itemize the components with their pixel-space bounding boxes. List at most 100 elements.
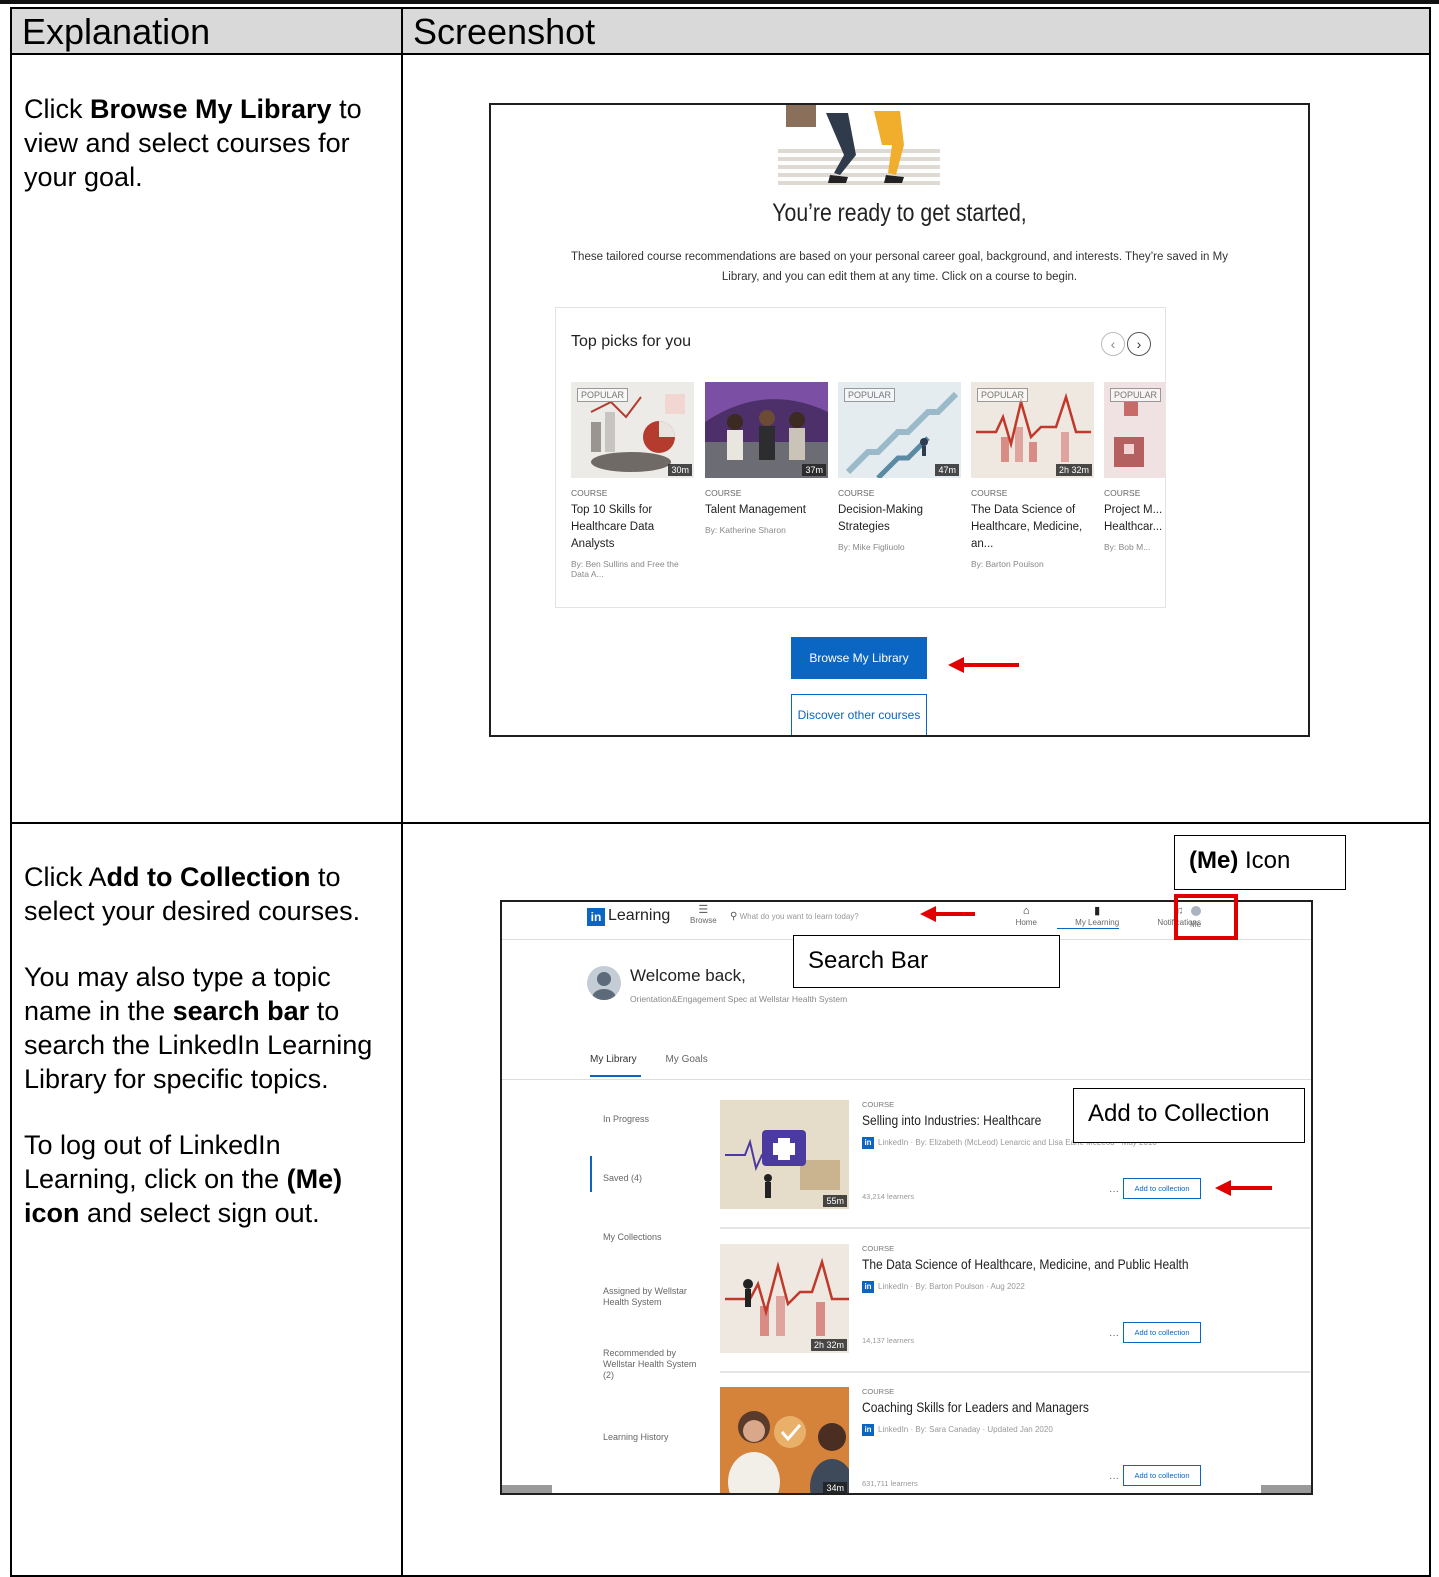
header-nav: ⌂ Home ▮ My Learning ♫ Notifications	[980, 906, 1201, 929]
course-thumbnail: 37m	[705, 382, 828, 478]
browse-my-library-button[interactable]: Browse My Library	[791, 637, 927, 679]
duration-label: 30m	[668, 464, 692, 476]
library-tabs: My Library My Goals	[590, 1054, 730, 1077]
chevron-right-icon[interactable]: ›	[1127, 332, 1151, 356]
duration-label: 2h 32m	[810, 1339, 847, 1351]
heartbeat-chart-illustration	[720, 1244, 849, 1353]
duration-label: 2h 32m	[1055, 464, 1092, 476]
course-thumbnail: 2h 32m	[720, 1244, 849, 1353]
course-title: Decision-Making Strategies	[838, 504, 924, 533]
arrow-left-icon	[948, 657, 1019, 673]
course-type: COURSE	[571, 488, 608, 498]
learner-count: 43,214 learners	[862, 1192, 915, 1201]
medical-bag-illustration	[720, 1100, 849, 1209]
carousel-arrows: ‹ ›	[1099, 332, 1151, 356]
sidebar-item-assigned[interactable]: Assigned by Wellstar Health System	[603, 1286, 698, 1308]
course-title[interactable]: Selling into Industries: Healthcare	[862, 1112, 1041, 1128]
course-author: By: Katherine Sharon	[705, 525, 786, 535]
row2-p3-pre: To log out of LinkedIn Learning, click o…	[24, 1130, 287, 1194]
me-icon-highlight	[1174, 894, 1238, 940]
course-author: By: Mike Figliuolo	[838, 542, 905, 552]
course-author: By: Ben Sullins and Free the Data A...	[571, 559, 679, 579]
ready-heading: You’re ready to get started,	[772, 199, 1027, 227]
course-thumbnail: 55m	[720, 1100, 849, 1209]
nav-my-learning-label: My Learning	[1075, 918, 1120, 927]
sidebar-item-collections[interactable]: My Collections	[603, 1232, 698, 1243]
tab-my-library[interactable]: My Library	[590, 1054, 641, 1077]
brand-name: Learning	[608, 907, 671, 924]
course-meta-text: LinkedIn · By: Barton Poulson · Aug 2022	[878, 1282, 1025, 1291]
popular-badge: POPULAR	[1110, 388, 1162, 402]
duration-label: 55m	[823, 1195, 847, 1207]
more-options-icon[interactable]: ···	[1109, 1473, 1119, 1484]
scrollbar-left[interactable]	[502, 1485, 552, 1493]
course-card[interactable]: POPULAR 47m COURSE Decision-Making Strat…	[838, 382, 961, 552]
top-picks-title: Top picks for you	[571, 333, 692, 350]
course-title: Top 10 Skills for Healthcare Data Analys…	[571, 504, 655, 550]
linkedin-logo-icon[interactable]: in	[587, 908, 605, 926]
linkedin-logo-icon: in	[862, 1137, 874, 1149]
search-input[interactable]: ⚲ What do you want to learn today?	[726, 907, 901, 927]
course-card[interactable]: POPULAR 30m COURSE Top 10 Skills for Hea…	[571, 382, 694, 579]
chevron-left-icon[interactable]: ‹	[1101, 332, 1125, 356]
column-divider	[401, 9, 403, 1577]
sidebar-item-recommended[interactable]: Recommended by Wellstar Health System (2…	[603, 1348, 698, 1381]
add-to-collection-callout: Add to Collection	[1073, 1088, 1305, 1143]
course-thumbnail: POPULAR 30m	[571, 382, 694, 478]
add-to-collection-button[interactable]: Add to collection	[1123, 1465, 1201, 1486]
row1-explanation: Click Browse My Library to view and sele…	[24, 92, 392, 226]
course-meta-text: LinkedIn · By: Sara Canaday · Updated Ja…	[878, 1425, 1053, 1434]
welcome-title: Welcome back,	[630, 966, 746, 985]
duration-label: 37m	[802, 464, 826, 476]
course-author: By: Barton Poulson	[971, 559, 1044, 569]
more-options-icon[interactable]: ···	[1109, 1330, 1119, 1341]
arrow-left-icon	[1215, 1180, 1272, 1196]
add-to-collection-button[interactable]: Add to collection	[1123, 1178, 1201, 1199]
course-type: COURSE	[1104, 488, 1141, 498]
sidebar-item-in-progress[interactable]: In Progress	[603, 1114, 698, 1125]
welcome-subtitle: Orientation&Engagement Spec at Wellstar …	[630, 994, 848, 1004]
nav-home[interactable]: ⌂ Home	[998, 906, 1037, 928]
course-type: COURSE	[971, 488, 1008, 498]
search-placeholder: What do you want to learn today?	[739, 912, 859, 921]
screenshot-ready-to-start: You’re ready to get started, These tailo…	[489, 103, 1310, 737]
add-to-collection-button[interactable]: Add to collection	[1123, 1322, 1201, 1343]
divider	[720, 1227, 1310, 1229]
browse-menu[interactable]: ☰ Browse	[690, 905, 717, 926]
course-type: COURSE	[862, 1100, 895, 1109]
me-callout-rest: Icon	[1238, 847, 1291, 874]
tab-divider	[502, 1079, 1311, 1080]
sidebar-item-history[interactable]: Learning History	[603, 1432, 698, 1443]
row1-text-pre: Click	[24, 94, 90, 124]
coaching-photo	[720, 1387, 849, 1493]
more-options-icon[interactable]: ···	[1109, 1186, 1119, 1197]
course-card[interactable]: POPULAR COURSE Project M... Healthcar...…	[1104, 382, 1166, 552]
sidebar-active-indicator	[590, 1156, 592, 1192]
course-card[interactable]: 37m COURSE Talent Management By: Katheri…	[705, 382, 828, 535]
search-bar-callout: Search Bar	[793, 935, 1060, 988]
scrollbar-right[interactable]	[1261, 1485, 1311, 1493]
avatar	[587, 966, 621, 1000]
nav-home-label: Home	[1015, 918, 1037, 927]
person-icon	[592, 972, 616, 1000]
row2-p1-bold: dd to Collection	[106, 862, 311, 892]
home-icon: ⌂	[1022, 905, 1030, 917]
course-meta: in LinkedIn · By: Sara Canaday · Updated …	[862, 1424, 1053, 1436]
discover-other-courses-button[interactable]: Discover other courses	[791, 694, 927, 735]
row2-p1-pre: Click A	[24, 862, 107, 892]
nav-my-learning[interactable]: ▮ My Learning	[1057, 905, 1120, 929]
course-type: COURSE	[862, 1244, 895, 1253]
course-title[interactable]: Coaching Skills for Leaders and Managers	[862, 1399, 1089, 1415]
course-meta: in LinkedIn · By: Barton Poulson · Aug 20…	[862, 1281, 1025, 1293]
popular-badge: POPULAR	[577, 388, 629, 402]
course-thumbnail: 34m	[720, 1387, 849, 1493]
sidebar-item-saved[interactable]: Saved (4)	[603, 1173, 698, 1184]
bookmark-icon: ▮	[1094, 905, 1101, 917]
me-callout-bold: (Me)	[1189, 847, 1239, 874]
row2-p2-bold: search bar	[172, 996, 310, 1026]
popular-badge: POPULAR	[977, 388, 1029, 402]
tab-my-goals[interactable]: My Goals	[665, 1054, 707, 1075]
table-header-row: Explanation Screenshot	[12, 9, 1429, 55]
course-card[interactable]: POPULAR 2h 32m COURSE The Data Science o…	[971, 382, 1094, 569]
course-title[interactable]: The Data Science of Healthcare, Medicine…	[862, 1256, 1189, 1272]
